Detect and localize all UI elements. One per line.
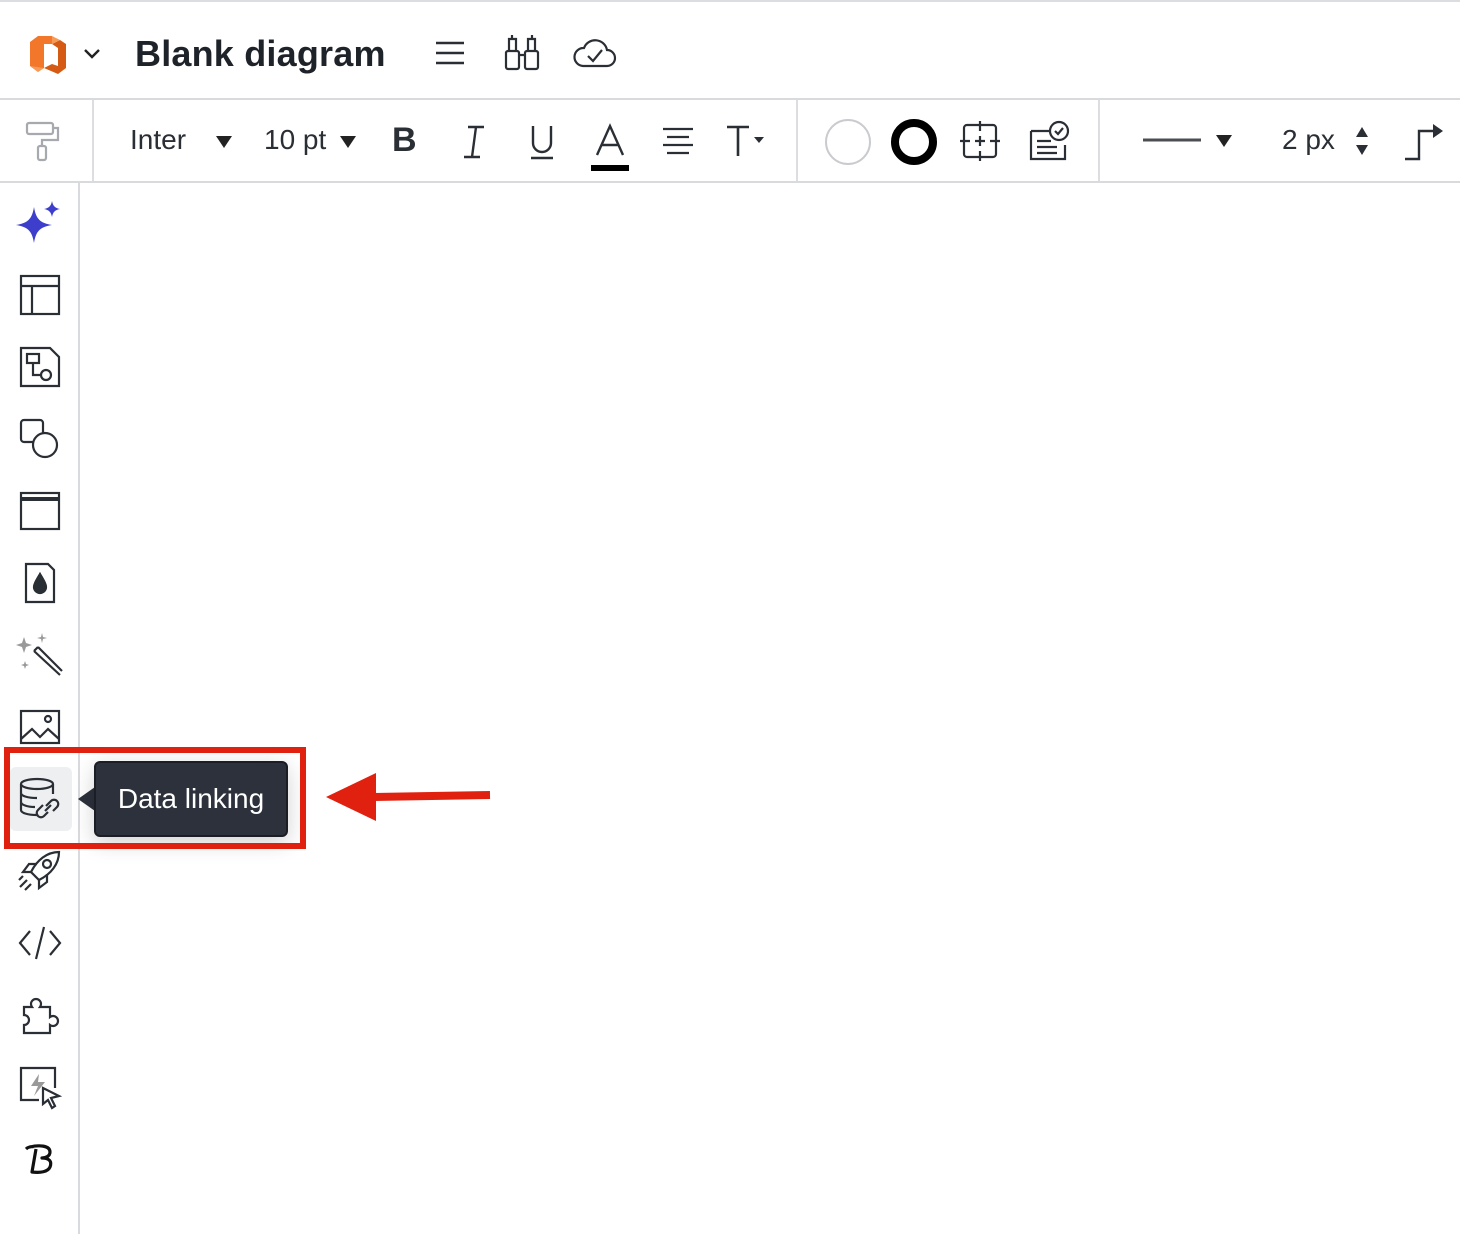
bold-button[interactable]: B bbox=[392, 121, 417, 160]
templates-icon[interactable] bbox=[14, 269, 66, 321]
line-width-field[interactable]: 2 px bbox=[1282, 124, 1335, 156]
menu-icon[interactable] bbox=[432, 36, 468, 70]
font-size-select[interactable]: 10 pt bbox=[264, 124, 326, 156]
crop-icon[interactable] bbox=[958, 118, 1002, 164]
ai-sparkle-icon[interactable] bbox=[14, 197, 66, 249]
line-style-dropdown-icon[interactable] bbox=[1216, 135, 1232, 147]
fill-color-button[interactable] bbox=[822, 116, 874, 168]
italic-button[interactable]: I bbox=[458, 122, 490, 162]
annotation-highlight-box bbox=[4, 747, 306, 849]
magic-wand-icon[interactable] bbox=[14, 629, 66, 681]
line-width-stepper[interactable] bbox=[1352, 122, 1372, 162]
text-options-button[interactable]: T bbox=[724, 122, 768, 160]
actions-icon[interactable] bbox=[14, 1061, 66, 1113]
theme-icon[interactable] bbox=[14, 557, 66, 609]
connector-style-icon[interactable] bbox=[1400, 118, 1446, 166]
app-logo[interactable] bbox=[26, 32, 70, 78]
line-style-select[interactable] bbox=[1140, 132, 1204, 148]
conditional-formatting-icon[interactable] bbox=[1026, 118, 1072, 164]
text-color-swatch bbox=[591, 165, 629, 171]
format-painter-icon[interactable] bbox=[22, 120, 62, 164]
top-bar: Blank diagram bbox=[0, 0, 1460, 100]
font-family-select[interactable]: Inter bbox=[130, 124, 186, 156]
brand-icon[interactable] bbox=[14, 1133, 66, 1185]
font-family-dropdown-icon[interactable] bbox=[216, 136, 232, 148]
line-color-button[interactable] bbox=[888, 116, 940, 168]
frame-icon[interactable] bbox=[14, 485, 66, 537]
rocket-icon[interactable] bbox=[14, 845, 66, 897]
diagram-shapes-icon[interactable] bbox=[14, 341, 66, 393]
integrations-icon[interactable] bbox=[14, 989, 66, 1041]
shapes-icon[interactable] bbox=[14, 413, 66, 465]
code-icon[interactable] bbox=[14, 917, 66, 969]
chevron-down-icon[interactable] bbox=[82, 44, 102, 64]
binoculars-icon[interactable] bbox=[500, 32, 544, 74]
text-color-button[interactable]: A bbox=[590, 120, 630, 174]
cloud-saved-icon[interactable] bbox=[570, 34, 618, 72]
format-toolbar: Inter 10 pt B I U A T bbox=[0, 100, 1460, 183]
annotation-arrow-icon bbox=[322, 768, 494, 826]
align-center-icon[interactable] bbox=[660, 124, 696, 158]
document-title[interactable]: Blank diagram bbox=[135, 33, 386, 75]
image-icon[interactable] bbox=[14, 701, 66, 753]
underline-button[interactable]: U bbox=[526, 122, 558, 162]
left-sidebar bbox=[0, 183, 80, 1234]
font-size-dropdown-icon[interactable] bbox=[340, 136, 356, 148]
